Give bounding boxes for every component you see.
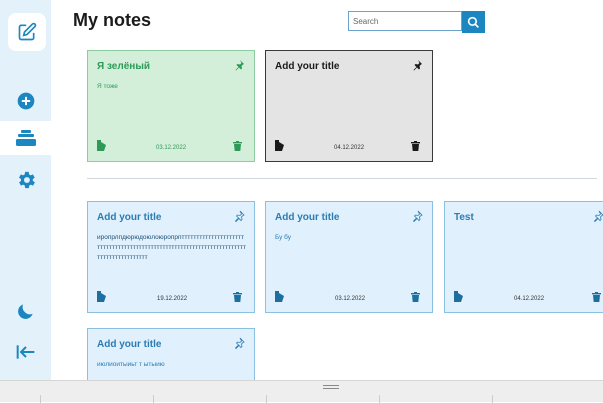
note-date: 19.12.2022: [157, 296, 188, 302]
note-card[interactable]: Add your title Бу бу 03.12.2022: [265, 201, 433, 313]
note-card[interactable]: Test 04.12.2022: [444, 201, 603, 313]
palette-icon[interactable]: [275, 291, 285, 302]
palette-icon[interactable]: [454, 291, 464, 302]
note-text: июлиоитыиьт т ытыию: [97, 361, 165, 368]
trash-icon[interactable]: [411, 292, 420, 302]
note-card-pinned-1[interactable]: Я зелёный Я тоже 03.12.2022: [87, 50, 255, 162]
note-date: 04.12.2022: [334, 145, 365, 151]
note-title: Add your title: [275, 212, 340, 223]
edit-note-button[interactable]: [8, 13, 46, 51]
gear-icon: [18, 171, 35, 189]
note-card-pinned-2[interactable]: Add your title 04.12.2022: [265, 50, 433, 162]
search-input[interactable]: [348, 11, 462, 31]
note-title: Я зелёный: [97, 61, 151, 72]
note-text: иропрлпдюрюдоюлоюропрптттттттттттттттттт…: [97, 234, 246, 261]
bottom-bar: [0, 380, 603, 403]
pin-outline-icon[interactable]: [233, 210, 245, 222]
sidebar-item-add-note[interactable]: [0, 84, 51, 118]
sidebar-item-settings[interactable]: [0, 163, 51, 197]
note-card[interactable]: Add your title июлиоитыиьт т ытыию: [87, 328, 255, 388]
note-date: 03.12.2022: [156, 145, 187, 151]
note-title: Add your title: [275, 61, 340, 72]
plus-circle-icon: [17, 92, 34, 110]
collapse-left-icon: [16, 345, 34, 359]
note-text: Я тоже: [97, 83, 118, 90]
note-text: Бу бу: [275, 234, 292, 241]
trash-icon[interactable]: [233, 141, 242, 151]
palette-icon[interactable]: [275, 140, 285, 151]
search-icon: [467, 16, 479, 28]
sidebar: [0, 0, 51, 380]
sidebar-item-notes[interactable]: [0, 121, 51, 155]
pin-filled-icon[interactable]: [233, 59, 245, 71]
note-title: Add your title: [97, 212, 162, 223]
edit-icon: [18, 22, 37, 41]
palette-icon[interactable]: [97, 291, 107, 302]
page-title: My notes: [73, 10, 152, 30]
pin-outline-icon[interactable]: [233, 337, 245, 349]
pin-outline-icon[interactable]: [592, 210, 603, 222]
sidebar-item-theme[interactable]: [0, 294, 51, 328]
trash-icon[interactable]: [411, 141, 420, 151]
pin-outline-icon[interactable]: [411, 210, 423, 222]
note-title: Test: [454, 212, 474, 223]
pin-filled-icon[interactable]: [411, 59, 423, 71]
note-date: 03.12.2022: [335, 296, 366, 302]
trash-icon[interactable]: [592, 292, 601, 302]
search-button[interactable]: [462, 11, 485, 33]
trash-icon[interactable]: [233, 292, 242, 302]
resize-handle[interactable]: [323, 385, 339, 391]
note-title: Add your title: [97, 339, 162, 350]
stack-icon: [15, 130, 36, 146]
palette-icon[interactable]: [97, 140, 107, 151]
moon-icon: [17, 304, 33, 319]
note-date: 04.12.2022: [514, 296, 545, 302]
section-divider: [87, 178, 597, 179]
sidebar-item-collapse[interactable]: [0, 335, 51, 369]
note-card[interactable]: Add your title иропрлпдюрюдоюлоюропрпттт…: [87, 201, 255, 313]
